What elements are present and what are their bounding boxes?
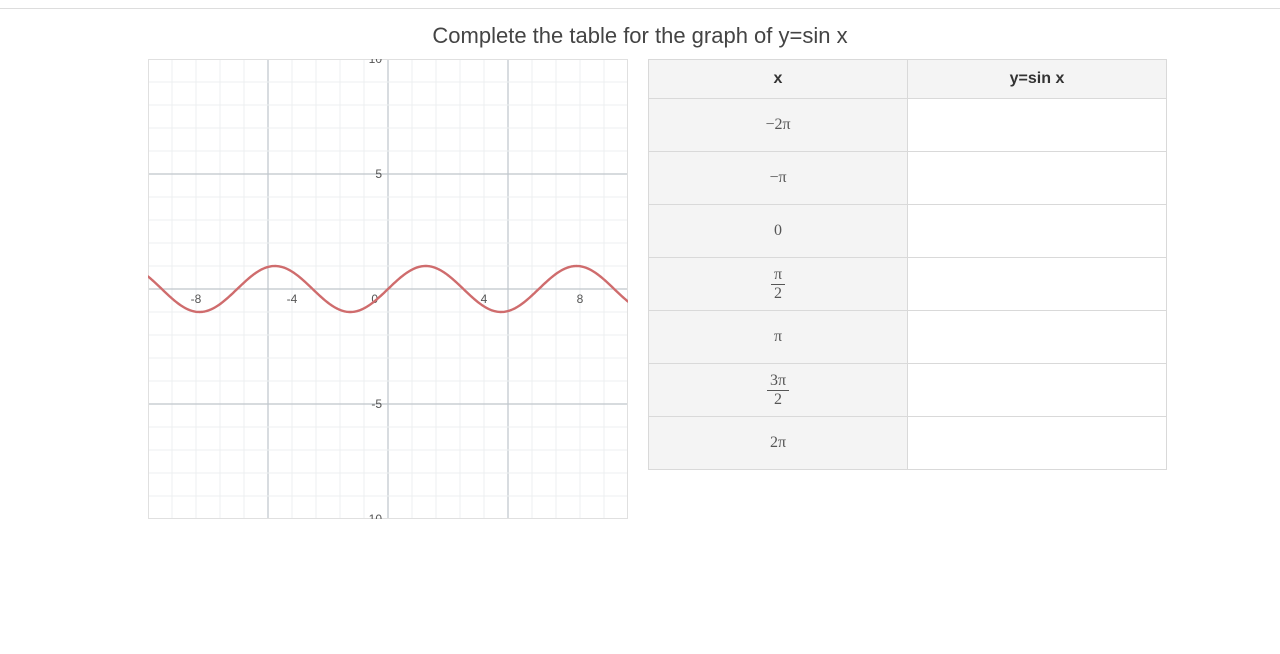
- table-row: 2π: [649, 417, 1167, 470]
- table-cell-x: 3π2: [649, 364, 908, 417]
- table-cell-y[interactable]: [908, 417, 1167, 470]
- svg-text:-8: -8: [191, 292, 202, 306]
- svg-text:-10: -10: [365, 512, 383, 519]
- svg-text:5: 5: [375, 167, 382, 181]
- table-cell-x: −π: [649, 152, 908, 205]
- svg-text:8: 8: [577, 292, 584, 306]
- table-head-y: y=sin x: [908, 60, 1167, 99]
- table-cell-x: π2: [649, 258, 908, 311]
- table-row: 3π2: [649, 364, 1167, 417]
- table-cell-x: 0: [649, 205, 908, 258]
- table-cell-x: π: [649, 311, 908, 364]
- table-cell-y[interactable]: [908, 311, 1167, 364]
- svg-text:10: 10: [369, 59, 383, 66]
- chart-sine: -8-4048-10-5510: [148, 59, 628, 519]
- table-cell-y[interactable]: [908, 258, 1167, 311]
- table-row: −π: [649, 152, 1167, 205]
- table-cell-y[interactable]: [908, 99, 1167, 152]
- table-cell-y[interactable]: [908, 152, 1167, 205]
- table-row: 0: [649, 205, 1167, 258]
- page-title: Complete the table for the graph of y=si…: [0, 23, 1280, 49]
- svg-text:-5: -5: [371, 397, 382, 411]
- value-table: x y=sin x −2π−π0π2π3π22π: [648, 59, 1167, 470]
- table-head-x: x: [649, 60, 908, 99]
- svg-text:-4: -4: [287, 292, 298, 306]
- table-cell-y[interactable]: [908, 205, 1167, 258]
- table-row: −2π: [649, 99, 1167, 152]
- table-cell-y[interactable]: [908, 364, 1167, 417]
- table-row: π: [649, 311, 1167, 364]
- table-cell-x: −2π: [649, 99, 908, 152]
- table-row: π2: [649, 258, 1167, 311]
- table-cell-x: 2π: [649, 417, 908, 470]
